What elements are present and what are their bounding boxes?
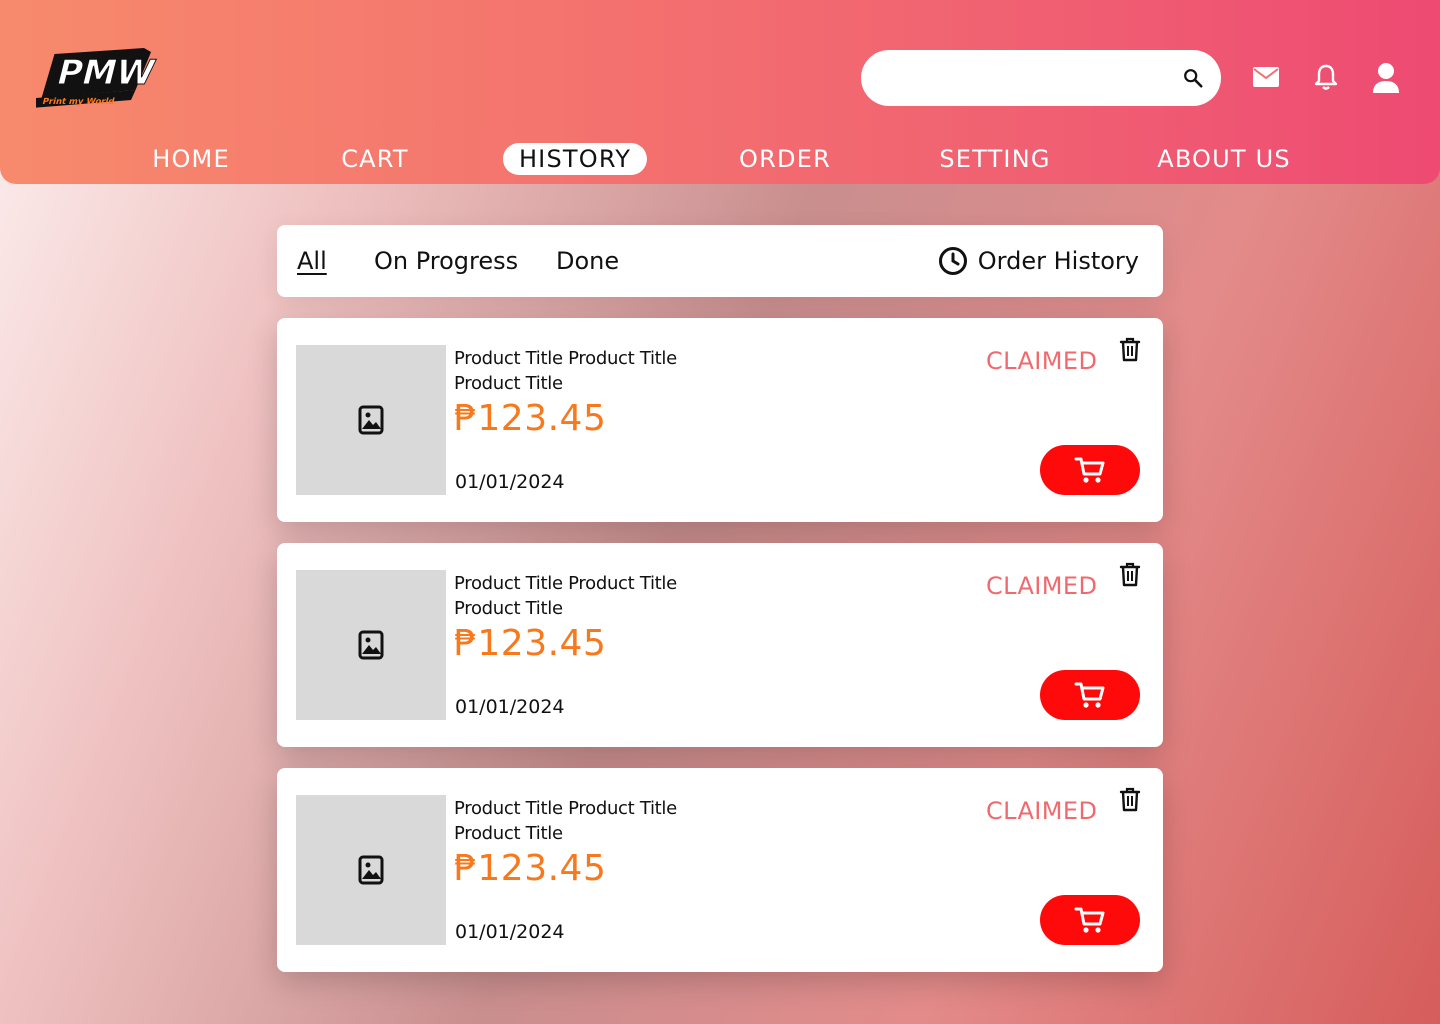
logo-mark: PMW: [53, 53, 159, 92]
cart-icon: [1074, 682, 1105, 708]
tab-all[interactable]: All: [297, 246, 327, 276]
product-thumbnail[interactable]: [296, 570, 446, 720]
product-title[interactable]: Product Title Product Title Product Titl…: [454, 571, 714, 621]
product-title[interactable]: Product Title Product Title Product Titl…: [454, 346, 714, 396]
cart-icon: [1074, 907, 1105, 933]
add-to-cart-button[interactable]: [1040, 445, 1140, 495]
cart-icon: [1074, 457, 1105, 483]
header-bar: PMW Print my World HOME CART HISTORY ORD…: [0, 0, 1440, 184]
logo-tagline: Print my World: [41, 97, 115, 107]
nav-history[interactable]: HISTORY: [502, 143, 648, 175]
user-icon[interactable]: [1371, 62, 1401, 94]
product-title[interactable]: Product Title Product Title Product Titl…: [454, 796, 714, 846]
status-badge: CLAIMED: [986, 572, 1098, 600]
product-price: ₱123.45: [454, 398, 607, 439]
image-placeholder-icon: [358, 630, 384, 660]
mail-icon[interactable]: [1252, 66, 1280, 88]
nav-home[interactable]: HOME: [136, 143, 246, 175]
order-date: 01/01/2024: [455, 696, 565, 718]
nav-about-us[interactable]: ABOUT US: [1141, 143, 1307, 175]
trash-icon[interactable]: [1118, 337, 1142, 363]
bell-icon[interactable]: [1314, 63, 1338, 91]
nav-cart[interactable]: CART: [325, 143, 425, 175]
add-to-cart-button[interactable]: [1040, 670, 1140, 720]
order-history-link[interactable]: Order History: [938, 246, 1139, 276]
order-history-label: Order History: [977, 247, 1139, 275]
trash-icon[interactable]: [1118, 562, 1142, 588]
search-input[interactable]: [883, 58, 1167, 100]
tab-done[interactable]: Done: [556, 246, 619, 276]
order-card: Product Title Product Title Product Titl…: [277, 543, 1163, 747]
order-date: 01/01/2024: [455, 921, 565, 943]
product-price: ₱123.45: [454, 623, 607, 664]
nav-order[interactable]: ORDER: [723, 143, 847, 175]
product-price: ₱123.45: [454, 848, 607, 889]
filter-bar: All On Progress Done Order History: [277, 225, 1163, 297]
trash-icon[interactable]: [1118, 787, 1142, 813]
status-badge: CLAIMED: [986, 797, 1098, 825]
nav-setting[interactable]: SETTING: [923, 143, 1066, 175]
search-icon[interactable]: [1182, 67, 1204, 89]
search-bar[interactable]: [861, 50, 1221, 106]
status-badge: CLAIMED: [986, 347, 1098, 375]
add-to-cart-button[interactable]: [1040, 895, 1140, 945]
order-card: Product Title Product Title Product Titl…: [277, 768, 1163, 972]
image-placeholder-icon: [358, 855, 384, 885]
product-thumbnail[interactable]: [296, 795, 446, 945]
clock-icon: [938, 247, 967, 275]
order-card: Product Title Product Title Product Titl…: [277, 318, 1163, 522]
product-thumbnail[interactable]: [296, 345, 446, 495]
image-placeholder-icon: [358, 405, 384, 435]
order-date: 01/01/2024: [455, 471, 565, 493]
tab-on-progress[interactable]: On Progress: [374, 246, 518, 276]
brand-logo[interactable]: PMW Print my World: [36, 40, 164, 118]
main-nav: HOME CART HISTORY ORDER SETTING ABOUT US: [0, 143, 1440, 177]
